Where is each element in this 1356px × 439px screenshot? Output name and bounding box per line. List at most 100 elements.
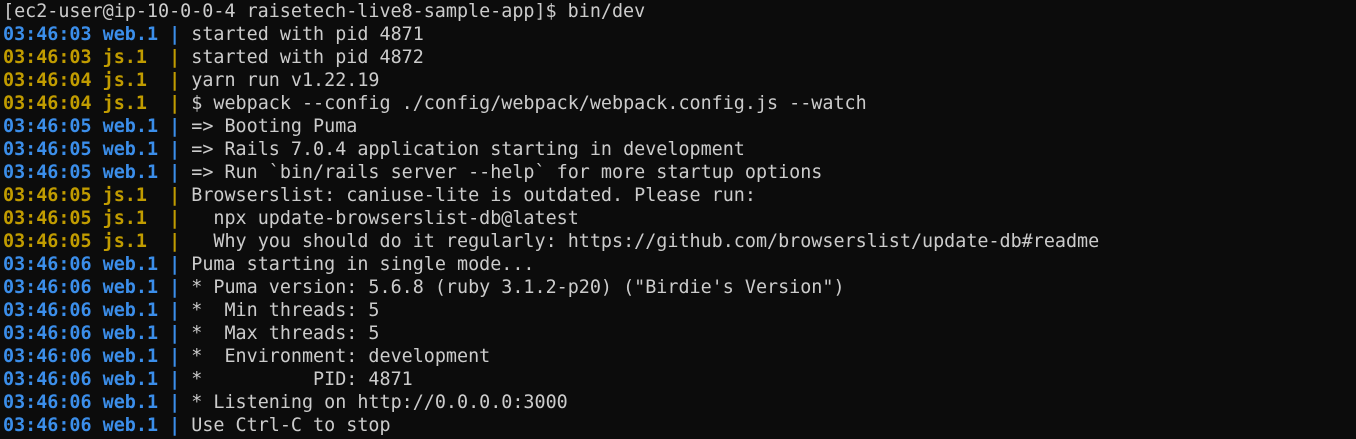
log-message: => Run `bin/rails server --help` for mor… [191, 162, 823, 183]
log-process-name: js.1 [102, 185, 147, 206]
log-timestamp: 03:46:04 [3, 93, 92, 114]
log-message: Use Ctrl-C to stop [191, 415, 391, 436]
log-process-name: js.1 [102, 70, 147, 91]
log-padding [147, 231, 169, 252]
log-separator: | [169, 369, 181, 390]
log-padding [158, 254, 169, 275]
log-timestamp: 03:46:06 [3, 369, 92, 390]
log-message: * Listening on http://0.0.0.0:3000 [191, 392, 568, 413]
log-process-name: web.1 [102, 369, 159, 390]
log-padding [147, 93, 169, 114]
log-process-name: web.1 [102, 116, 159, 137]
log-separator: | [169, 70, 181, 91]
log-padding [158, 323, 169, 344]
log-padding [158, 369, 169, 390]
log-line: 03:46:06 web.1 | * Max threads: 5 [3, 322, 1356, 345]
log-line: 03:46:05 web.1 | => Rails 7.0.4 applicat… [3, 138, 1356, 161]
log-timestamp: 03:46:03 [3, 47, 92, 68]
log-message: started with pid 4871 [191, 24, 424, 45]
log-padding [158, 392, 169, 413]
log-line: 03:46:06 web.1 | * Puma version: 5.6.8 (… [3, 276, 1356, 299]
log-timestamp: 03:46:05 [3, 139, 92, 160]
log-process-name: js.1 [102, 93, 147, 114]
log-separator: | [169, 185, 181, 206]
log-process-name: web.1 [102, 139, 159, 160]
log-timestamp: 03:46:05 [3, 185, 92, 206]
log-timestamp: 03:46:05 [3, 116, 92, 137]
log-timestamp: 03:46:06 [3, 346, 92, 367]
shell-prompt-line: [ec2-user@ip-10-0-0-4 raisetech-live8-sa… [3, 1, 646, 22]
log-padding [158, 116, 169, 137]
log-line: 03:46:06 web.1 | * Min threads: 5 [3, 299, 1356, 322]
log-timestamp: 03:46:06 [3, 392, 92, 413]
log-message: * Puma version: 5.6.8 (ruby 3.1.2-p20) (… [191, 277, 845, 298]
log-separator: | [169, 116, 181, 137]
log-separator: | [169, 208, 181, 229]
log-separator: | [169, 300, 181, 321]
log-separator: | [169, 392, 181, 413]
log-process-name: js.1 [102, 208, 147, 229]
log-line: 03:46:05 js.1 | npx update-browserslist-… [3, 207, 1356, 230]
log-message: * Max threads: 5 [191, 323, 380, 344]
log-separator: | [169, 254, 181, 275]
log-process-name: web.1 [102, 254, 159, 275]
log-line: 03:46:06 web.1 | * Environment: developm… [3, 345, 1356, 368]
log-process-name: web.1 [102, 277, 159, 298]
log-message: => Rails 7.0.4 application starting in d… [191, 139, 745, 160]
log-separator: | [169, 47, 181, 68]
log-timestamp: 03:46:03 [3, 24, 92, 45]
log-message: $ webpack --config ./config/webpack/webp… [191, 93, 867, 114]
log-message: started with pid 4872 [191, 47, 424, 68]
log-padding [158, 415, 169, 436]
log-separator: | [169, 93, 181, 114]
log-padding [158, 24, 169, 45]
log-separator: | [169, 277, 181, 298]
log-padding [158, 346, 169, 367]
log-timestamp: 03:46:06 [3, 415, 92, 436]
log-padding [158, 300, 169, 321]
log-timestamp: 03:46:04 [3, 70, 92, 91]
log-padding [147, 185, 169, 206]
log-padding [158, 139, 169, 160]
log-message: => Booting Puma [191, 116, 358, 137]
log-padding [158, 162, 169, 183]
log-padding [147, 47, 169, 68]
log-line: 03:46:05 js.1 | Why you should do it reg… [3, 230, 1356, 253]
log-separator: | [169, 346, 181, 367]
log-message: npx update-browserslist-db@latest [191, 208, 579, 229]
log-timestamp: 03:46:06 [3, 277, 92, 298]
log-timestamp: 03:46:06 [3, 300, 92, 321]
log-message: Why you should do it regularly: https://… [191, 231, 1100, 252]
log-separator: | [169, 231, 181, 252]
log-line: 03:46:06 web.1 | * PID: 4871 [3, 368, 1356, 391]
log-line: 03:46:06 web.1 | Puma starting in single… [3, 253, 1356, 276]
log-separator: | [169, 323, 181, 344]
terminal-window[interactable]: [ec2-user@ip-10-0-0-4 raisetech-live8-sa… [0, 0, 1356, 439]
log-timestamp: 03:46:05 [3, 208, 92, 229]
log-message: * PID: 4871 [191, 369, 413, 390]
log-line: 03:46:04 js.1 | $ webpack --config ./con… [3, 92, 1356, 115]
log-padding [158, 277, 169, 298]
log-process-name: web.1 [102, 323, 159, 344]
log-separator: | [169, 162, 181, 183]
log-line: 03:46:04 js.1 | yarn run v1.22.19 [3, 69, 1356, 92]
log-process-name: web.1 [102, 415, 159, 436]
log-separator: | [169, 24, 181, 45]
log-process-name: web.1 [102, 346, 159, 367]
log-process-name: web.1 [102, 24, 159, 45]
log-process-name: js.1 [102, 231, 147, 252]
log-separator: | [169, 415, 181, 436]
log-line: 03:46:05 web.1 | => Booting Puma [3, 115, 1356, 138]
log-process-name: web.1 [102, 300, 159, 321]
log-timestamp: 03:46:06 [3, 323, 92, 344]
log-process-name: js.1 [102, 47, 147, 68]
process-log: 03:46:03 web.1 | started with pid 4871 03… [3, 23, 1356, 437]
log-message: * Environment: development [191, 346, 491, 367]
log-line: 03:46:05 web.1 | => Run `bin/rails serve… [3, 161, 1356, 184]
log-message: yarn run v1.22.19 [191, 70, 380, 91]
log-separator: | [169, 139, 181, 160]
log-line: 03:46:03 web.1 | started with pid 4871 [3, 23, 1356, 46]
log-timestamp: 03:46:05 [3, 162, 92, 183]
log-process-name: web.1 [102, 162, 159, 183]
log-message: Browserslist: caniuse-lite is outdated. … [191, 185, 756, 206]
